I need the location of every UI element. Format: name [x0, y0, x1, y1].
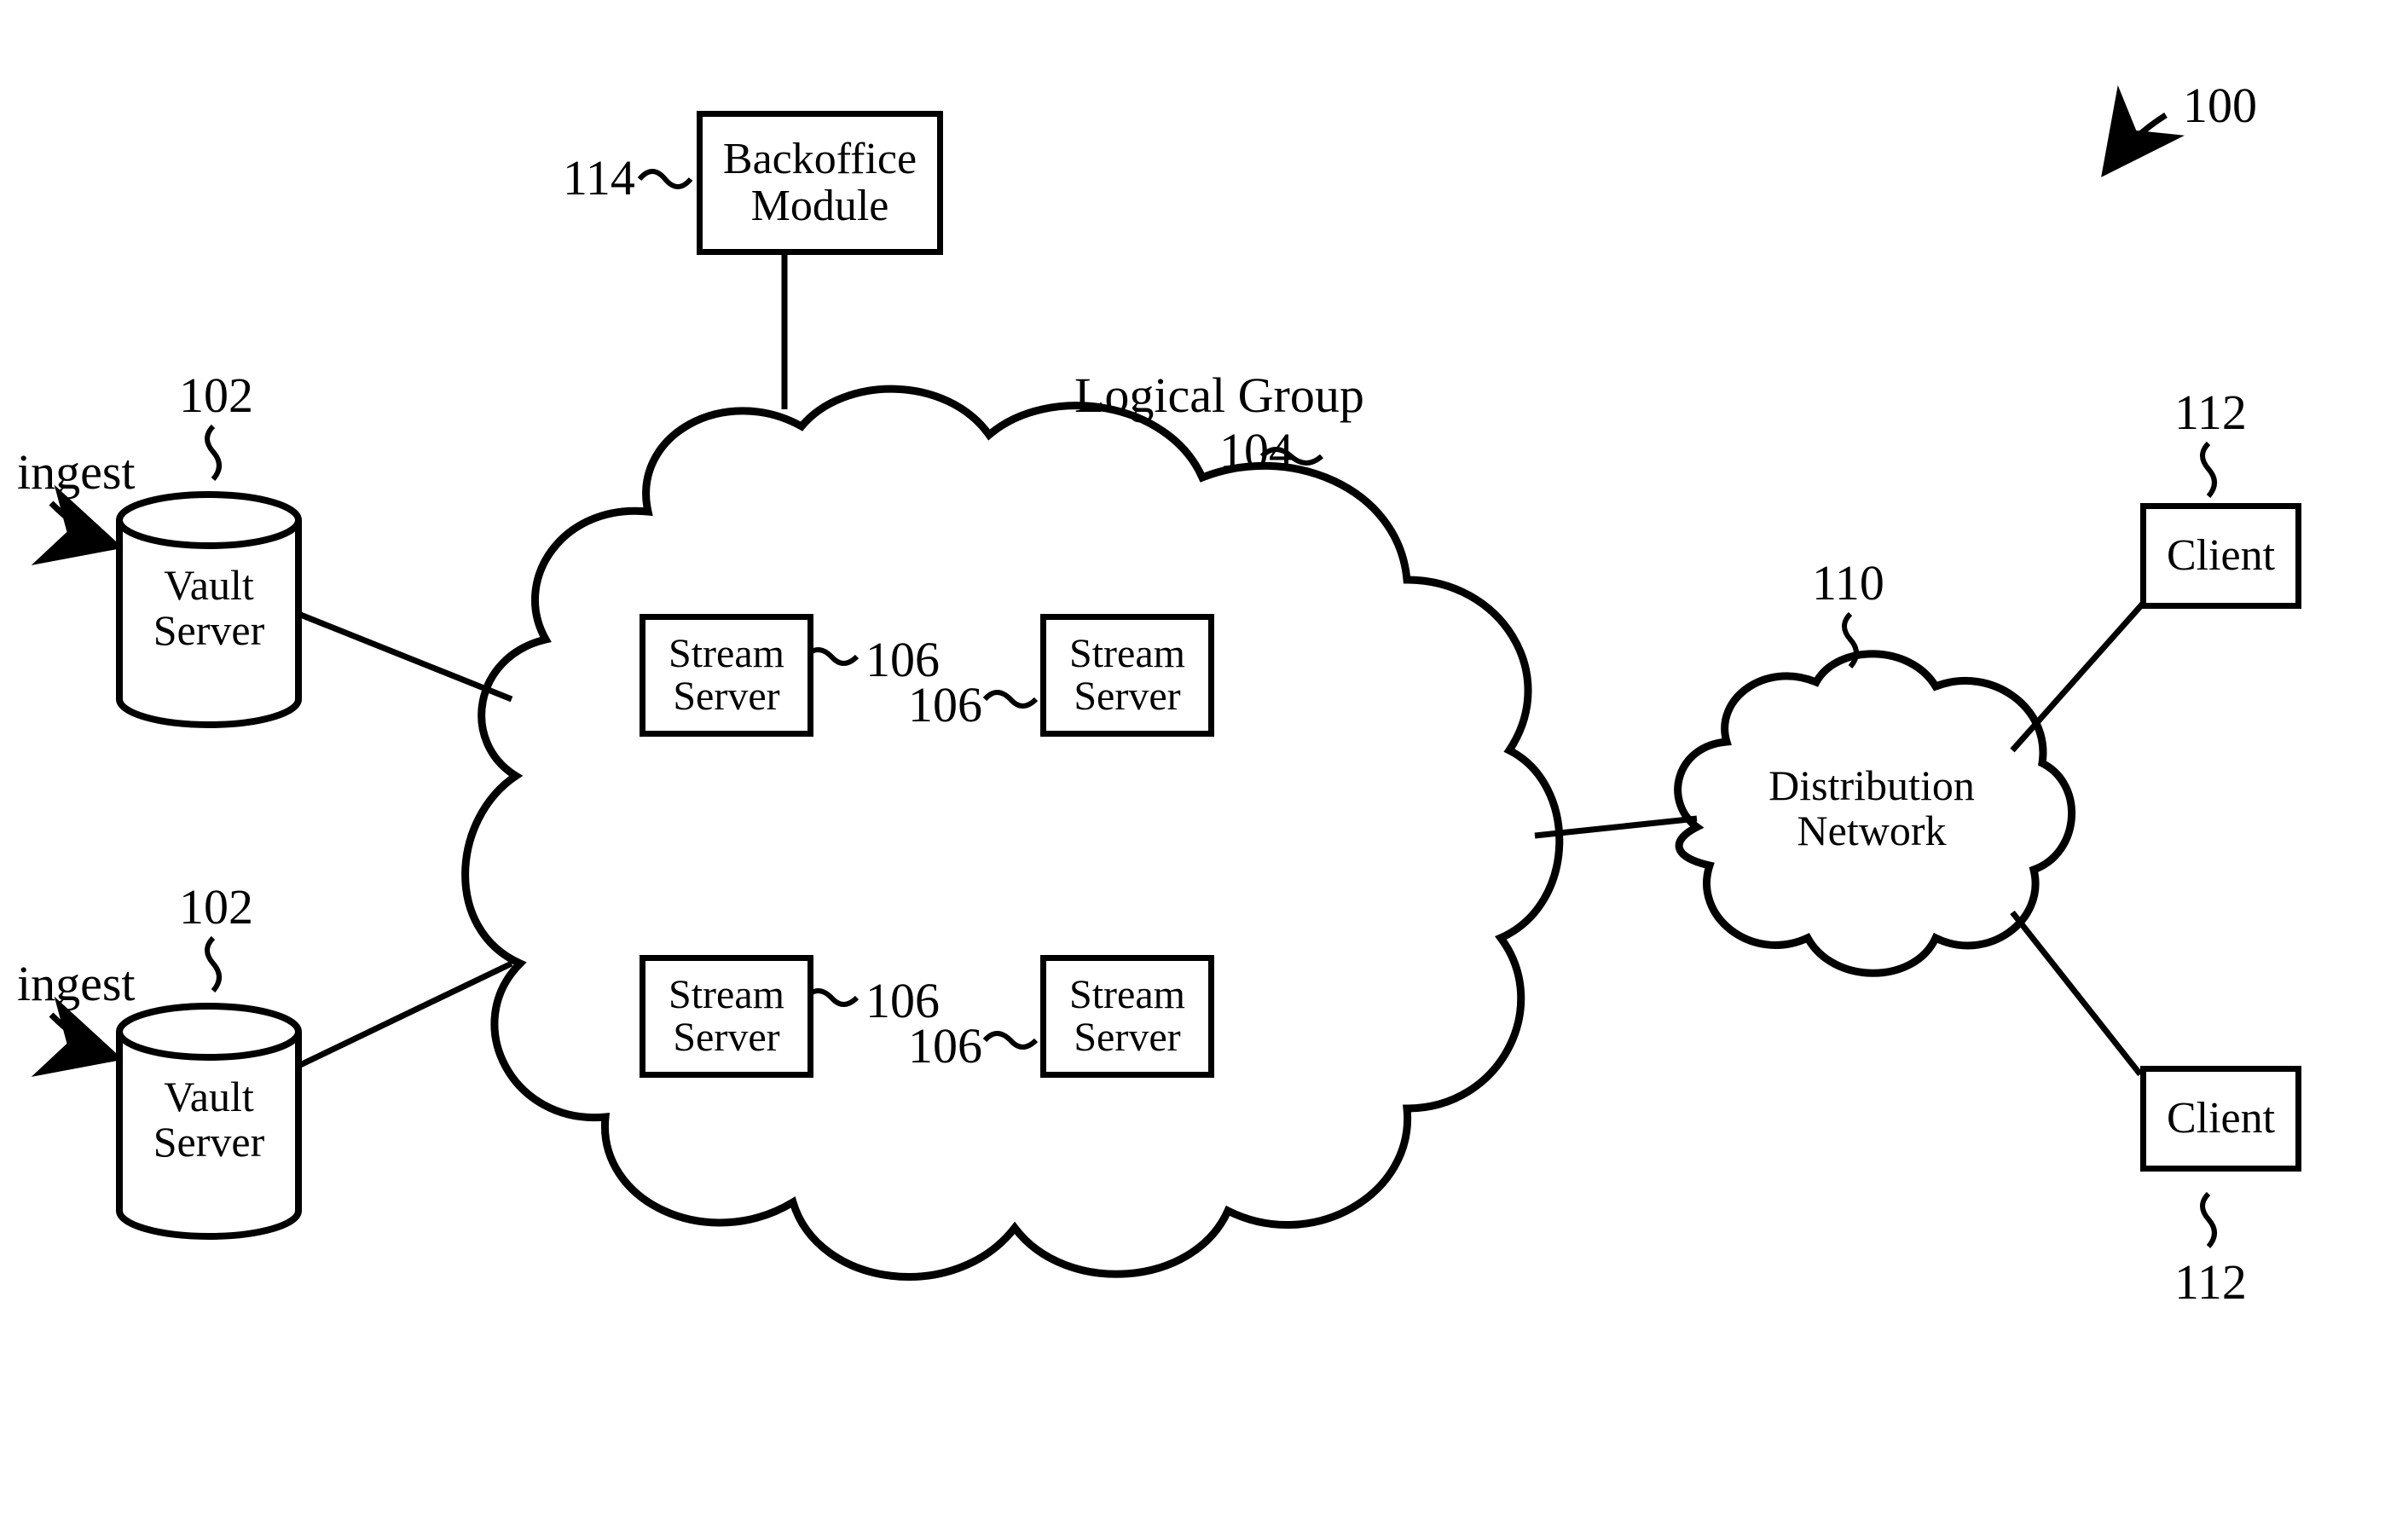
stream-box-1: Stream Server — [640, 614, 813, 737]
stream-box-4: Stream Server — [1040, 955, 1214, 1078]
ref-112-top: 112 — [2174, 384, 2247, 441]
backoffice-box: Backoffice Module — [697, 111, 943, 255]
client-box-top: Client — [2140, 503, 2301, 609]
stream-l2b: Server — [1074, 675, 1180, 718]
client-label: Client — [2167, 533, 2275, 580]
backoffice-l1: Backoffice — [723, 136, 917, 183]
ref-104: 104 — [1219, 422, 1294, 479]
logical-group-cloud — [466, 389, 1560, 1276]
stream-l2d: Server — [1074, 1016, 1180, 1059]
ingest-label-top: ingest — [17, 443, 136, 501]
vault-label-bottom: Vault Server — [124, 1074, 294, 1164]
stream-l1c: Stream — [669, 974, 784, 1016]
ref-102-bottom: 102 — [179, 878, 253, 935]
logical-group-label: Logical Group — [1074, 367, 1364, 424]
stream-l1b: Stream — [1069, 633, 1185, 675]
stream-box-2: Stream Server — [1040, 614, 1214, 737]
stream-box-3: Stream Server — [640, 955, 813, 1078]
ref-106-d: 106 — [908, 1017, 982, 1074]
stream-l1: Stream — [669, 633, 784, 675]
diagram-canvas: Backoffice Module Stream Server Stream S… — [0, 0, 2408, 1522]
ref-110: 110 — [1812, 554, 1884, 611]
ref-106-b: 106 — [908, 676, 982, 733]
client-box-bottom: Client — [2140, 1066, 2301, 1172]
ref-112-bottom: 112 — [2174, 1253, 2247, 1311]
ingest-label-bottom: ingest — [17, 955, 136, 1012]
stream-l1d: Stream — [1069, 974, 1185, 1016]
vault-label-top: Vault Server — [124, 563, 294, 652]
backoffice-l2: Module — [751, 183, 889, 230]
ref-100: 100 — [2183, 77, 2257, 134]
client-label-b: Client — [2167, 1096, 2275, 1143]
stream-l2c: Server — [673, 1016, 779, 1059]
dist-label: Distribution Network — [1739, 763, 2004, 853]
diagram-svg — [0, 0, 2408, 1522]
ref-102-top: 102 — [179, 367, 253, 424]
stream-l2: Server — [673, 675, 779, 718]
ref-114: 114 — [563, 149, 635, 206]
